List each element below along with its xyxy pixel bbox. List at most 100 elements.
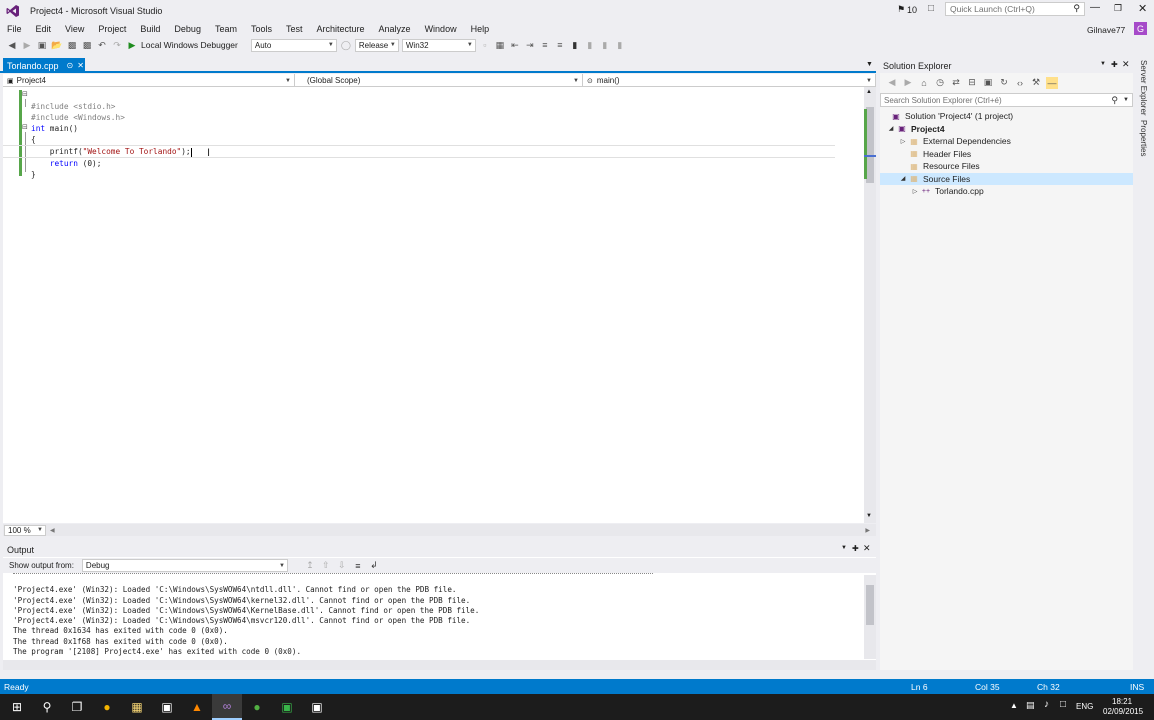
search-options-icon[interactable]: ▼ bbox=[1123, 97, 1129, 103]
codeblocks-icon[interactable]: ▣ bbox=[302, 694, 332, 720]
menu-edit[interactable]: Edit bbox=[29, 24, 59, 34]
tab-overflow-icon[interactable]: ▼ bbox=[866, 61, 873, 68]
build-config-dropdown[interactable]: Release ▼ bbox=[354, 38, 399, 52]
se-back-icon[interactable]: ◀ bbox=[886, 77, 898, 89]
clock-date[interactable]: 02/09/2015 bbox=[1103, 707, 1143, 716]
tree-item-source-files[interactable]: ◢ ▦ Source Files bbox=[880, 172, 1133, 185]
menu-team[interactable]: Team bbox=[208, 24, 244, 34]
tray-expand-icon[interactable]: ▲ bbox=[1010, 701, 1018, 710]
language-indicator[interactable]: ENG bbox=[1076, 702, 1093, 711]
scroll-up-icon[interactable]: ▲ bbox=[866, 89, 872, 95]
zoom-dropdown[interactable]: 100 % ▼ bbox=[4, 524, 46, 536]
volume-icon[interactable]: ♪ bbox=[1044, 699, 1049, 710]
editor-vertical-scrollbar[interactable]: ▲ ▼ bbox=[864, 87, 876, 523]
clear-all-icon[interactable]: ≡ bbox=[352, 560, 364, 572]
find-icon[interactable]: ▫ bbox=[479, 39, 491, 51]
se-forward-icon[interactable]: ▶ bbox=[902, 77, 914, 89]
uncomment-icon[interactable]: ≡ bbox=[554, 39, 566, 51]
scope-dropdown[interactable]: (Global Scope) ▼ bbox=[295, 74, 583, 87]
tab-torlando-cpp[interactable]: Torlando.cpp ⊙ ✕ bbox=[3, 58, 85, 73]
menu-help[interactable]: Help bbox=[464, 24, 497, 34]
start-debug-icon[interactable]: ▶ bbox=[126, 39, 138, 51]
attach-icon[interactable]: ◯ bbox=[340, 39, 352, 51]
menu-project[interactable]: Project bbox=[91, 24, 133, 34]
outdent-icon[interactable]: ⇤ bbox=[509, 39, 521, 51]
store-icon[interactable]: ▣ bbox=[152, 694, 182, 720]
prev-bookmark-icon[interactable]: ▮ bbox=[584, 39, 596, 51]
tree-item-torlando-cpp[interactable]: ▷ ++ Torlando.cpp bbox=[880, 185, 1133, 198]
word-wrap-icon[interactable]: ↲ bbox=[368, 560, 380, 572]
windows-start-icon[interactable]: ⊞ bbox=[2, 694, 32, 720]
clear-bookmarks-icon[interactable]: ▮ bbox=[614, 39, 626, 51]
output-close-icon[interactable]: ✕ bbox=[863, 543, 871, 554]
function-dropdown[interactable]: ⊙ main() ▼ bbox=[583, 74, 876, 87]
collapse-icon[interactable]: ⊟ bbox=[22, 90, 28, 98]
se-close-icon[interactable]: ✕ bbox=[1122, 59, 1130, 70]
forward-icon[interactable]: ▶ bbox=[21, 39, 33, 51]
visual-studio-taskbar-icon[interactable]: ∞ bbox=[212, 694, 242, 720]
toggle-bookmark-icon[interactable]: ▮ bbox=[569, 39, 581, 51]
se-pin-icon[interactable]: ✚ bbox=[1111, 60, 1118, 69]
quick-launch-input[interactable]: Quick Launch (Ctrl+Q) ⚲ bbox=[945, 2, 1085, 16]
project-dropdown[interactable]: ▣ Project4 ▼ bbox=[3, 74, 295, 87]
file-explorer-icon[interactable]: ▦ bbox=[122, 694, 152, 720]
code-editor[interactable]: ⊟ ⊟ #include <stdio.h> #include <Windows.… bbox=[3, 87, 865, 523]
expanded-arrow-icon[interactable]: ◢ bbox=[886, 125, 896, 132]
platform-dropdown[interactable]: Win32 ▼ bbox=[401, 38, 476, 52]
vlc-icon[interactable]: ▲ bbox=[182, 694, 212, 720]
camtasia-icon[interactable]: ▣ bbox=[272, 694, 302, 720]
properties-icon[interactable]: ⚒ bbox=[1030, 77, 1042, 89]
indent-icon[interactable]: ⇥ bbox=[524, 39, 536, 51]
close-tab-icon[interactable]: ✕ bbox=[77, 61, 84, 70]
close-button[interactable]: ✕ bbox=[1138, 2, 1147, 15]
show-all-files-icon[interactable]: ▣ bbox=[982, 77, 994, 89]
tree-item-external-dependencies[interactable]: ▷ ▦ External Dependencies bbox=[880, 135, 1133, 148]
restore-button[interactable]: ❐ bbox=[1114, 3, 1122, 14]
back-icon[interactable]: ◀ bbox=[6, 39, 18, 51]
comment-icon[interactable]: ≡ bbox=[539, 39, 551, 51]
output-horizontal-scrollbar[interactable] bbox=[3, 660, 876, 670]
menu-test[interactable]: Test bbox=[279, 24, 310, 34]
collapse-icon[interactable]: ⊟ bbox=[22, 123, 28, 131]
open-file-icon[interactable]: 📂 bbox=[51, 39, 63, 51]
tree-item-solution[interactable]: ▣ Solution 'Project4' (1 project) bbox=[880, 110, 1133, 123]
sync-icon[interactable]: ⇄ bbox=[950, 77, 962, 89]
output-vertical-scrollbar[interactable] bbox=[864, 575, 876, 659]
prev-message-icon[interactable]: ⇧ bbox=[320, 560, 332, 572]
task-view-icon[interactable]: ❐ bbox=[62, 694, 92, 720]
output-scroll-thumb[interactable] bbox=[866, 585, 874, 625]
scroll-left-icon[interactable]: ◀ bbox=[50, 527, 55, 534]
save-all-icon[interactable]: ▩ bbox=[81, 39, 93, 51]
save-icon[interactable]: ▩ bbox=[66, 39, 78, 51]
view-code-icon[interactable]: ‹› bbox=[1014, 77, 1026, 89]
menu-architecture[interactable]: Architecture bbox=[310, 24, 372, 34]
clock-time[interactable]: 18:21 bbox=[1112, 697, 1132, 706]
refresh-icon[interactable]: ↻ bbox=[998, 77, 1010, 89]
flag-icon[interactable]: ⚑ bbox=[897, 4, 905, 15]
bookmark-icon[interactable]: ▦ bbox=[494, 39, 506, 51]
new-project-icon[interactable]: ▣ bbox=[36, 39, 48, 51]
se-menu-icon[interactable]: ▼ bbox=[1100, 61, 1106, 67]
collapsed-arrow-icon[interactable]: ▷ bbox=[910, 188, 920, 195]
tree-item-resource-files[interactable]: ▦ Resource Files bbox=[880, 160, 1133, 173]
search-icon[interactable]: ⚲ bbox=[32, 694, 62, 720]
feedback-icon[interactable]: □ bbox=[928, 3, 934, 14]
next-message-icon[interactable]: ⇩ bbox=[336, 560, 348, 572]
next-bookmark-icon[interactable]: ▮ bbox=[599, 39, 611, 51]
menu-analyze[interactable]: Analyze bbox=[372, 24, 418, 34]
user-avatar[interactable]: G bbox=[1134, 22, 1147, 35]
menu-debug[interactable]: Debug bbox=[167, 24, 208, 34]
undo-icon[interactable]: ↶ bbox=[96, 39, 108, 51]
collapse-all-icon[interactable]: ⊟ bbox=[966, 77, 978, 89]
collapsed-arrow-icon[interactable]: ▷ bbox=[898, 138, 908, 145]
expanded-arrow-icon[interactable]: ◢ bbox=[898, 175, 908, 182]
scroll-down-icon[interactable]: ▼ bbox=[866, 513, 872, 519]
pin-icon[interactable]: ⊙ bbox=[67, 61, 74, 70]
output-menu-icon[interactable]: ▼ bbox=[841, 545, 847, 551]
preview-icon[interactable]: — bbox=[1046, 76, 1058, 89]
solution-config-dropdown[interactable]: Auto ▼ bbox=[250, 38, 337, 52]
menu-view[interactable]: View bbox=[58, 24, 91, 34]
tree-item-project[interactable]: ◢ ▣ Project4 bbox=[880, 123, 1133, 136]
properties-tab[interactable]: Properties bbox=[1139, 120, 1148, 156]
scroll-thumb[interactable] bbox=[866, 107, 874, 183]
